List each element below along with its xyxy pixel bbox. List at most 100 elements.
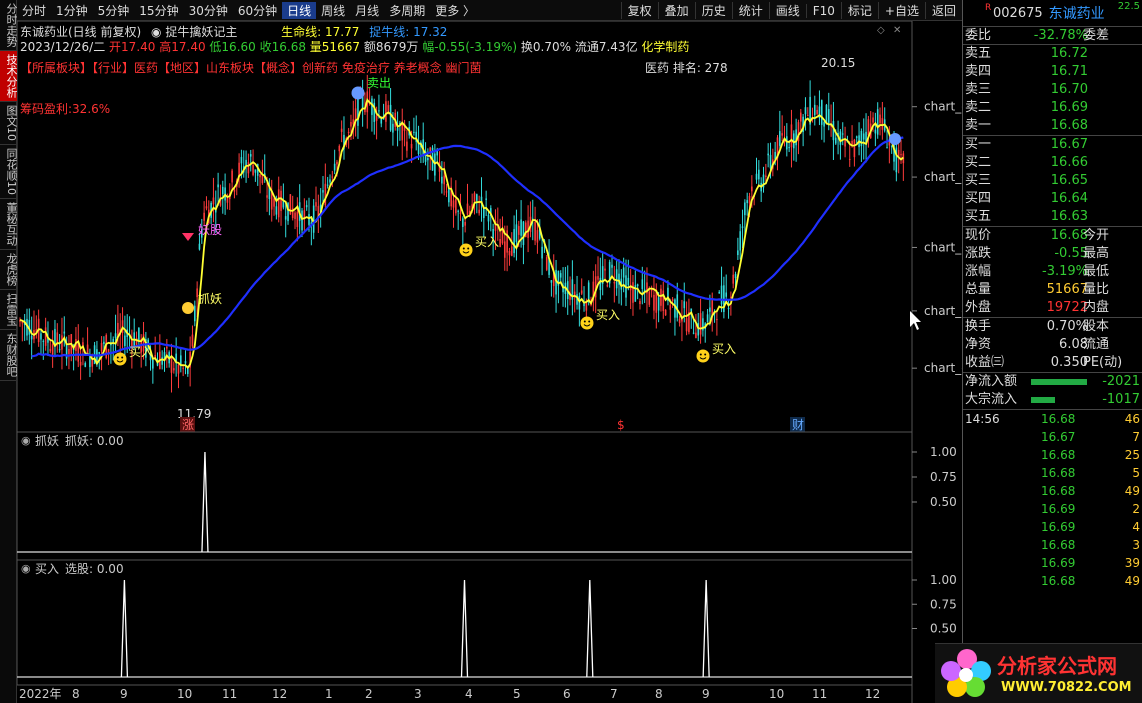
- candle-body: [296, 211, 299, 228]
- candle-body: [900, 154, 902, 156]
- candle-body: [333, 163, 336, 171]
- tool-button-1[interactable]: 叠加: [657, 2, 695, 19]
- indicator-title[interactable]: 捉牛擒妖记主: [165, 25, 237, 39]
- candle-body: [501, 229, 504, 244]
- candle-body: [79, 361, 82, 366]
- left-tab-0[interactable]: 分时走势: [0, 0, 18, 51]
- candle-body: [240, 157, 243, 164]
- candle-body: [245, 159, 247, 166]
- period-tab-0[interactable]: 分时: [17, 2, 51, 19]
- stats-list: 现价 16.68 今开 涨跌 -0.55 最高 涨幅 -3.19% 最低 总量 51667 量比 外盘 1…: [963, 226, 1142, 317]
- bids-row: 买三 16.65: [965, 173, 1088, 188]
- candle-body: [522, 221, 525, 245]
- candle-body: [860, 130, 863, 147]
- buy-spike: [702, 579, 710, 678]
- bids-row: 买五 16.63: [965, 209, 1088, 224]
- float-label: 流通7.43亿: [574, 40, 638, 54]
- candle-body: [380, 118, 383, 124]
- left-tab-bar: 分时走势 技术分析 图文10 同花顺10 董秘互动 龙虎榜 扫雷宝 东财股吧: [0, 0, 18, 703]
- left-tab-4[interactable]: 董秘互动: [0, 199, 18, 250]
- close-icon[interactable]: ✕: [893, 25, 901, 36]
- candle-body: [462, 218, 464, 227]
- tool-button-5[interactable]: F10: [805, 3, 841, 18]
- candle-body: [732, 274, 735, 284]
- candle-body: [303, 210, 306, 218]
- buy-spike: [460, 579, 469, 678]
- candle-body: [301, 210, 303, 231]
- period-tab-9[interactable]: 多周期: [384, 2, 430, 19]
- tool-button-4[interactable]: 画线: [768, 2, 806, 19]
- tool-button-3[interactable]: 统计: [731, 2, 769, 19]
- candle-body: [44, 327, 47, 346]
- candle-body: [769, 154, 772, 169]
- stats2-row: 换手 0.70% 股本: [965, 319, 1110, 334]
- period-tab-7[interactable]: 周线: [316, 2, 350, 19]
- candle-body: [350, 121, 352, 127]
- left-tab-7[interactable]: 东财股吧: [0, 330, 18, 381]
- candle-body: [786, 136, 788, 150]
- period-tab-10[interactable]: 更多 〉: [430, 2, 480, 19]
- tick-row: 16.68 5: [1041, 466, 1140, 480]
- left-tab-1[interactable]: 技术分析: [0, 51, 18, 102]
- candle-body: [855, 136, 858, 138]
- period-tab-5[interactable]: 60分钟: [233, 2, 282, 19]
- candle-body: [459, 212, 462, 214]
- buy-smile-icon: [580, 316, 594, 330]
- candle-body: [194, 305, 196, 322]
- period-tab-6[interactable]: 日线: [282, 1, 317, 19]
- period-tab-4[interactable]: 30分钟: [184, 2, 233, 19]
- candle-body: [284, 216, 287, 220]
- site-logo: 分析家公式网 WWW.70822.COM: [935, 643, 1142, 703]
- candle-body: [599, 277, 602, 291]
- tool-button-6[interactable]: 标记: [840, 2, 878, 19]
- sub-y-tick-label: 0.75: [930, 470, 957, 484]
- stats2-row: 收益㈢ 0.350 PE(动): [965, 355, 1123, 370]
- tool-button-8[interactable]: 返回: [924, 2, 962, 19]
- candle-body: [886, 147, 888, 149]
- candle-body: [676, 294, 679, 318]
- candle-body: [734, 274, 737, 279]
- candle-body: [324, 183, 327, 206]
- tool-button-7[interactable]: +自选: [877, 2, 925, 19]
- candle-body: [517, 226, 520, 235]
- sector-tags[interactable]: 【所属板块】【行业】医药【地区】山东板块【概念】创新药 免疫治疗 养老概念 幽门…: [20, 61, 481, 75]
- ask-list: 卖五 16.72 卖四 16.71 卖三 16.70 卖二 16.69 卖一 16.68: [963, 44, 1142, 135]
- candle-body: [876, 109, 879, 135]
- candle-body: [58, 349, 61, 351]
- period-tab-3[interactable]: 15分钟: [134, 2, 183, 19]
- candle-body: [639, 300, 641, 304]
- period-tab-1[interactable]: 1分钟: [51, 2, 93, 19]
- left-tab-3[interactable]: 同花顺10: [0, 145, 18, 199]
- candle-body: [534, 221, 536, 241]
- candle-body: [331, 176, 334, 178]
- candle-body: [709, 307, 711, 312]
- y-tick-label: chart_data.y_ticks.0: [924, 100, 962, 114]
- collapse-icon[interactable]: ◉: [21, 434, 31, 447]
- period-tab-2[interactable]: 5分钟: [93, 2, 135, 19]
- candle-body: [580, 290, 583, 294]
- candle-body: [40, 333, 42, 340]
- buy-smile-icon: [696, 349, 710, 363]
- x-tick-label: 3: [414, 687, 422, 701]
- sub-y-tick-label: 0.75: [930, 597, 957, 611]
- x-tick-label: 11: [812, 687, 827, 701]
- tool-button-0[interactable]: 复权: [620, 2, 658, 19]
- left-tab-2[interactable]: 图文10: [0, 102, 18, 145]
- left-tab-6[interactable]: 扫雷宝: [0, 290, 18, 330]
- candle-body: [473, 193, 476, 202]
- left-tab-5[interactable]: 龙虎榜: [0, 250, 18, 290]
- tool-button-2[interactable]: 历史: [694, 2, 732, 19]
- collapse-icon[interactable]: ◉: [21, 562, 31, 575]
- life-line-label: 生命线: 17.77: [281, 25, 360, 39]
- circle-icon[interactable]: ◉: [151, 25, 161, 39]
- period-tab-8[interactable]: 月线: [350, 2, 384, 19]
- x-tick-label: 9: [120, 687, 128, 701]
- candle-body: [252, 164, 254, 175]
- sell-label: 卖出: [367, 76, 391, 90]
- candle-body: [820, 100, 823, 125]
- kline-chart[interactable]: chart_data.y_ticks.0 chart_data.y_ticks.1…: [17, 21, 962, 703]
- industry-label: 化学制药: [641, 40, 690, 54]
- tick-list: 14:56 16.68 46 16.67 7 16.68 25 16.68 5 16.68 49 16…: [963, 409, 1142, 590]
- stats-row: 现价 16.68 今开: [965, 228, 1110, 243]
- diamond-icon[interactable]: ◇: [877, 25, 885, 36]
